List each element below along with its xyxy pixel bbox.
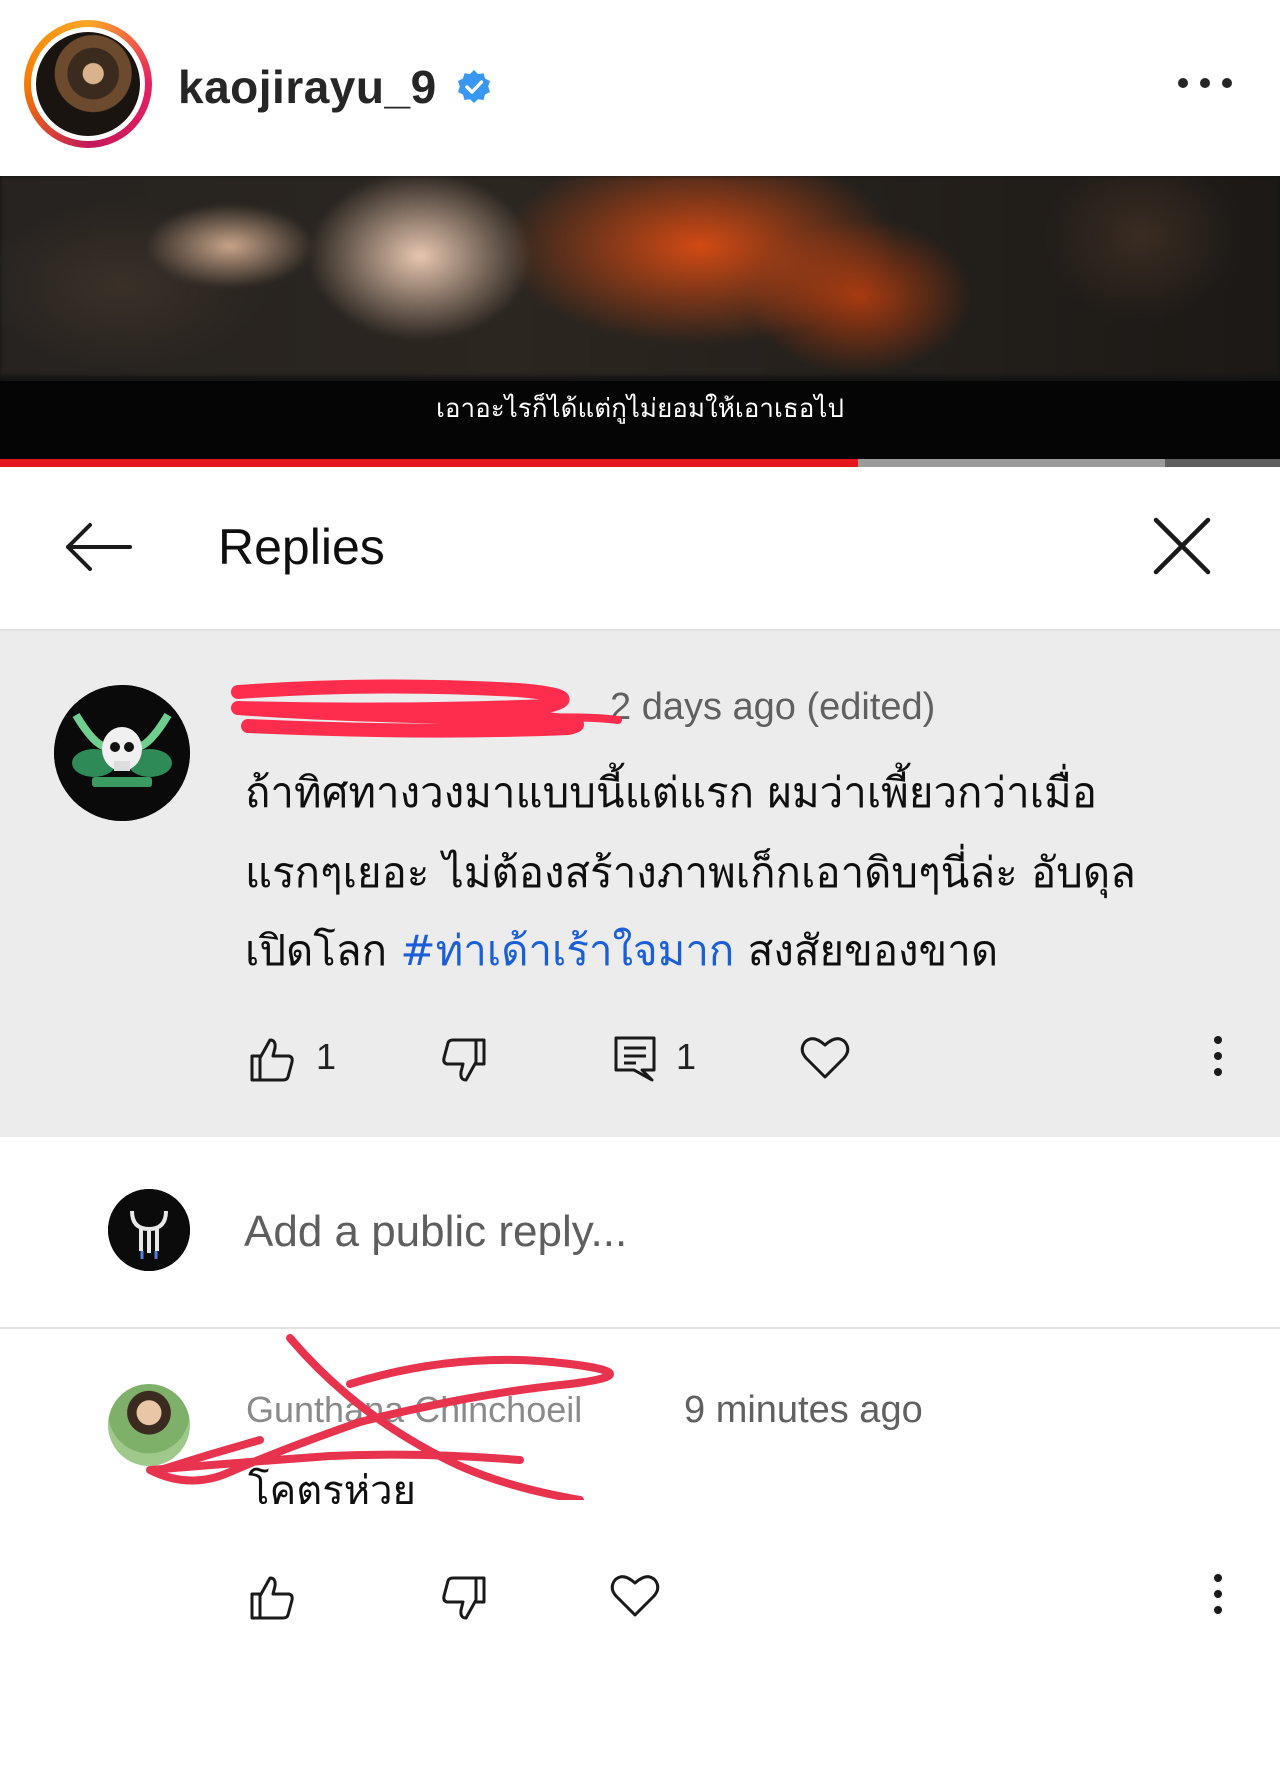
replies-header	[0, 467, 1280, 629]
username[interactable]: kaojirayu_9	[178, 60, 437, 114]
progress-remaining[interactable]	[1165, 459, 1280, 467]
reply-count: 1	[676, 1036, 697, 1077]
back-arrow-icon[interactable]	[62, 520, 134, 574]
hashtag-link[interactable]: #ท่าเด้าเร้าใจมาก	[400, 926, 734, 975]
comment-text-line: เปิดโลก #ท่าเด้าเร้าใจมาก สงสัยของขาด	[245, 918, 998, 984]
video-frame	[0, 176, 1280, 376]
scribble-annotation	[146, 1334, 614, 1500]
comment-menu-icon[interactable]	[1206, 1034, 1230, 1078]
like-icon[interactable]	[248, 1574, 296, 1622]
comment-text-line: ถ้าทิศทางวงมาแบบนี้แต่แรก ผมว่าเพี้ยวกว่…	[245, 768, 1097, 817]
profile-avatar[interactable]	[36, 32, 140, 136]
reply-menu-icon[interactable]	[1206, 1572, 1230, 1616]
heart-icon[interactable]	[800, 1034, 850, 1080]
dislike-icon[interactable]	[440, 1036, 488, 1084]
reply-timestamp: 9 minutes ago	[684, 1389, 923, 1431]
close-icon[interactable]	[1150, 514, 1214, 578]
like-icon[interactable]	[248, 1036, 296, 1084]
comment-text-line: แรกๆเยอะ ไม่ต้องสร้างภาพเก็กเอาดิบๆนี่ล่…	[245, 848, 1136, 897]
more-options-icon[interactable]	[1170, 68, 1240, 98]
redaction-mark	[231, 679, 622, 738]
skull-logo-icon	[54, 685, 190, 821]
dislike-icon[interactable]	[440, 1574, 488, 1622]
reply-input[interactable]	[244, 1204, 1004, 1260]
verified-badge-icon	[458, 70, 490, 103]
logo-icon	[108, 1189, 190, 1271]
heart-icon[interactable]	[610, 1572, 660, 1618]
comment-text: สงสัยของขาด	[734, 926, 999, 975]
progress-played[interactable]	[0, 459, 858, 467]
reply-comment-icon[interactable]	[612, 1034, 658, 1084]
commenter-avatar[interactable]	[54, 685, 190, 821]
like-count: 1	[316, 1036, 337, 1077]
replies-title: Replies	[218, 519, 385, 575]
video-subtitle: เอาอะไรก็ได้แต่กูไม่ยอมให้เอาเธอไป	[436, 394, 844, 424]
progress-buffered[interactable]	[858, 459, 1165, 467]
my-avatar	[108, 1189, 190, 1271]
comment-text: เปิดโลก	[245, 926, 401, 975]
